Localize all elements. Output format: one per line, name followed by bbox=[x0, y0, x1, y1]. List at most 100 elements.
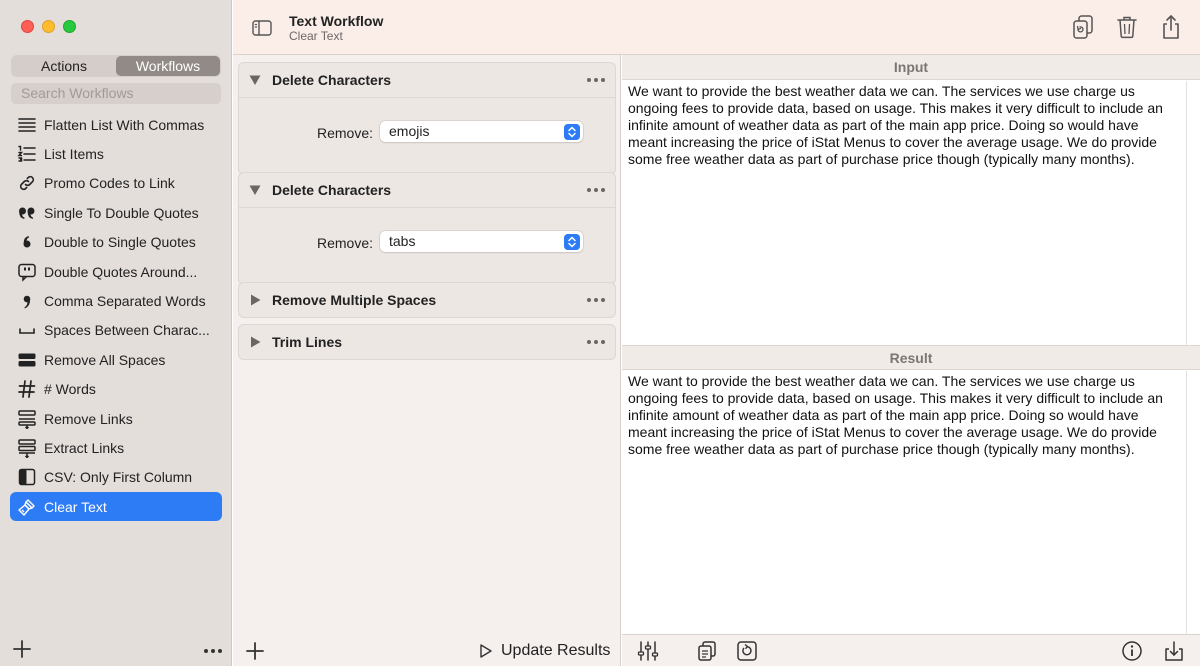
sliders-icon[interactable] bbox=[637, 640, 659, 662]
result-line: ongoing fees to provide data, based on u… bbox=[628, 390, 1163, 406]
hash-icon bbox=[10, 379, 44, 399]
quote-bubble-icon bbox=[10, 262, 44, 282]
numbered-list-icon bbox=[10, 144, 44, 164]
workflow-list: Flatten List With Commas List Items Prom… bbox=[10, 110, 222, 522]
workflow-steps-pane: Delete Characters Remove: emojis Delete … bbox=[233, 55, 621, 666]
share-icon[interactable] bbox=[1159, 14, 1183, 40]
input-text-area[interactable]: We want to provide the best weather data… bbox=[622, 81, 1186, 343]
input-line: ongoing fees to provide data, based on u… bbox=[628, 100, 1163, 116]
add-workflow-button[interactable] bbox=[11, 638, 33, 660]
workflow-item[interactable]: # Words bbox=[10, 375, 222, 404]
window-subtitle: Clear Text bbox=[289, 29, 343, 43]
workflow-item-label: Flatten List With Commas bbox=[44, 116, 205, 133]
workflow-item[interactable]: Flatten List With Commas bbox=[10, 110, 222, 139]
workflow-item-label: Comma Separated Words bbox=[44, 293, 206, 310]
step-more-icon[interactable] bbox=[585, 185, 607, 195]
result-line: meant increasing the price of iStat Menu… bbox=[628, 424, 1157, 440]
step-card: Delete Characters Remove: emojis bbox=[238, 62, 616, 175]
segment-actions[interactable]: Actions bbox=[12, 56, 116, 76]
segment-workflows[interactable]: Workflows bbox=[116, 56, 220, 76]
toggle-sidebar-icon[interactable] bbox=[251, 17, 273, 39]
workflow-item[interactable]: List Items bbox=[10, 139, 222, 168]
step-card: Trim Lines bbox=[238, 324, 616, 360]
result-scrollbar[interactable] bbox=[1186, 371, 1200, 634]
remove-select-value: tabs bbox=[389, 233, 416, 249]
text-panes: Input We want to provide the best weathe… bbox=[622, 55, 1200, 666]
step-title: Delete Characters bbox=[272, 72, 392, 88]
disclosure-expanded-icon[interactable] bbox=[248, 73, 262, 87]
workflow-item[interactable]: Double Quotes Around... bbox=[10, 257, 222, 286]
disclosure-collapsed-icon[interactable] bbox=[248, 293, 262, 307]
step-more-icon[interactable] bbox=[585, 337, 607, 347]
workflow-item-label: Clear Text bbox=[44, 498, 107, 515]
download-icon[interactable] bbox=[1163, 640, 1185, 662]
comma-icon bbox=[10, 291, 44, 311]
workflow-item-label: Single To Double Quotes bbox=[44, 204, 199, 221]
result-line: We want to provide the best weather data… bbox=[628, 373, 1135, 389]
workflow-item-label: Promo Codes to Link bbox=[44, 175, 175, 192]
workflow-item[interactable]: Extract Links bbox=[10, 433, 222, 462]
double-quote-icon bbox=[10, 203, 44, 223]
duplicate-workflow-icon[interactable] bbox=[1071, 14, 1095, 40]
workflow-item[interactable]: Promo Codes to Link bbox=[10, 169, 222, 198]
result-toolbar bbox=[622, 634, 1200, 666]
input-line: We want to provide the best weather data… bbox=[628, 83, 1135, 99]
remove-select[interactable]: emojis bbox=[380, 121, 583, 142]
workflow-item[interactable]: Comma Separated Words bbox=[10, 286, 222, 315]
info-icon[interactable] bbox=[1121, 640, 1143, 662]
disclosure-collapsed-icon[interactable] bbox=[248, 335, 262, 349]
result-line: infinite amount of weather data as part … bbox=[628, 407, 1139, 423]
extract-links-icon bbox=[10, 438, 44, 458]
result-line: some free weather data as part of purcha… bbox=[628, 441, 1135, 457]
update-results-label: Update Results bbox=[501, 642, 611, 659]
list-flatten-icon bbox=[10, 115, 44, 135]
input-line: meant increasing the price of iStat Menu… bbox=[628, 134, 1157, 150]
sidebar-segmented-control: Actions Workflows bbox=[11, 55, 221, 77]
step-more-icon[interactable] bbox=[585, 295, 607, 305]
workflow-item-label: Double Quotes Around... bbox=[44, 263, 198, 280]
workflow-item[interactable]: Single To Double Quotes bbox=[10, 198, 222, 227]
input-line: infinite amount of weather data as part … bbox=[628, 117, 1139, 133]
update-results-button[interactable]: Update Results bbox=[479, 642, 610, 660]
toolbar: Text Workflow Clear Text bbox=[233, 0, 1200, 55]
workflow-item[interactable]: Remove Links bbox=[10, 404, 222, 433]
workflow-item[interactable]: Double to Single Quotes bbox=[10, 228, 222, 257]
result-text-area[interactable]: We want to provide the best weather data… bbox=[622, 371, 1186, 633]
space-icon bbox=[10, 320, 44, 340]
input-scrollbar[interactable] bbox=[1186, 81, 1200, 345]
trash-icon[interactable] bbox=[1115, 14, 1139, 40]
workflow-item-label: Extract Links bbox=[44, 439, 125, 456]
workflow-item-label: Double to Single Quotes bbox=[44, 234, 196, 251]
close-window-button[interactable] bbox=[21, 20, 34, 33]
workflow-item-label: Spaces Between Charac... bbox=[44, 322, 210, 339]
disclosure-expanded-icon[interactable] bbox=[248, 183, 262, 197]
step-header[interactable]: Trim Lines bbox=[239, 325, 615, 359]
workflow-item-label: # Words bbox=[44, 381, 96, 398]
remove-label: Remove: bbox=[317, 125, 374, 141]
workflow-item[interactable]: Spaces Between Charac... bbox=[10, 316, 222, 345]
step-more-icon[interactable] bbox=[585, 75, 607, 85]
step-title: Delete Characters bbox=[272, 182, 392, 198]
workflow-item-label: List Items bbox=[44, 146, 104, 163]
copy-icon[interactable] bbox=[696, 640, 718, 662]
workflow-item-selected[interactable]: Clear Text bbox=[10, 492, 222, 522]
search-workflows-input[interactable]: Search Workflows bbox=[11, 83, 221, 104]
input-header: Input bbox=[622, 55, 1200, 80]
minimize-window-button[interactable] bbox=[42, 20, 55, 33]
remove-select-value: emojis bbox=[389, 123, 430, 139]
step-header[interactable]: Remove Multiple Spaces bbox=[239, 283, 615, 317]
step-header[interactable]: Delete Characters bbox=[239, 63, 615, 97]
add-step-button[interactable] bbox=[244, 640, 266, 662]
workflow-item[interactable]: CSV: Only First Column bbox=[10, 463, 222, 492]
brush-icon bbox=[10, 497, 44, 517]
step-header[interactable]: Delete Characters bbox=[239, 173, 615, 207]
remove-select[interactable]: tabs bbox=[380, 231, 583, 252]
more-options-button[interactable] bbox=[202, 646, 224, 656]
workflow-item-label: Remove All Spaces bbox=[44, 351, 166, 368]
workflow-item[interactable]: Remove All Spaces bbox=[10, 345, 222, 374]
replace-input-icon[interactable] bbox=[736, 640, 758, 662]
zoom-window-button[interactable] bbox=[63, 20, 76, 33]
workflow-item-label: Remove Links bbox=[44, 410, 133, 427]
window-title: Text Workflow bbox=[289, 13, 384, 29]
remove-label: Remove: bbox=[317, 235, 374, 251]
